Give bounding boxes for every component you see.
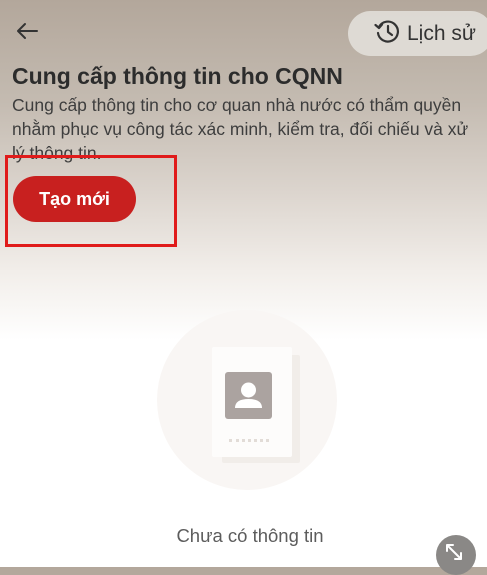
- expand-button[interactable]: [436, 535, 476, 575]
- expand-arrows-icon: [445, 543, 463, 566]
- person-avatar-icon: [225, 372, 272, 419]
- history-label: Lịch sử: [407, 21, 476, 45]
- back-button[interactable]: [12, 18, 42, 48]
- document-text-line: [229, 439, 269, 445]
- clock-history-icon: [374, 18, 400, 49]
- create-new-button[interactable]: Tạo mới: [13, 176, 136, 222]
- arrow-left-icon: [16, 22, 38, 45]
- empty-state-text: Chưa có thông tin: [176, 525, 324, 546]
- page-title: Cung cấp thông tin cho CQNN: [12, 63, 343, 89]
- history-button[interactable]: Lịch sử: [348, 11, 487, 56]
